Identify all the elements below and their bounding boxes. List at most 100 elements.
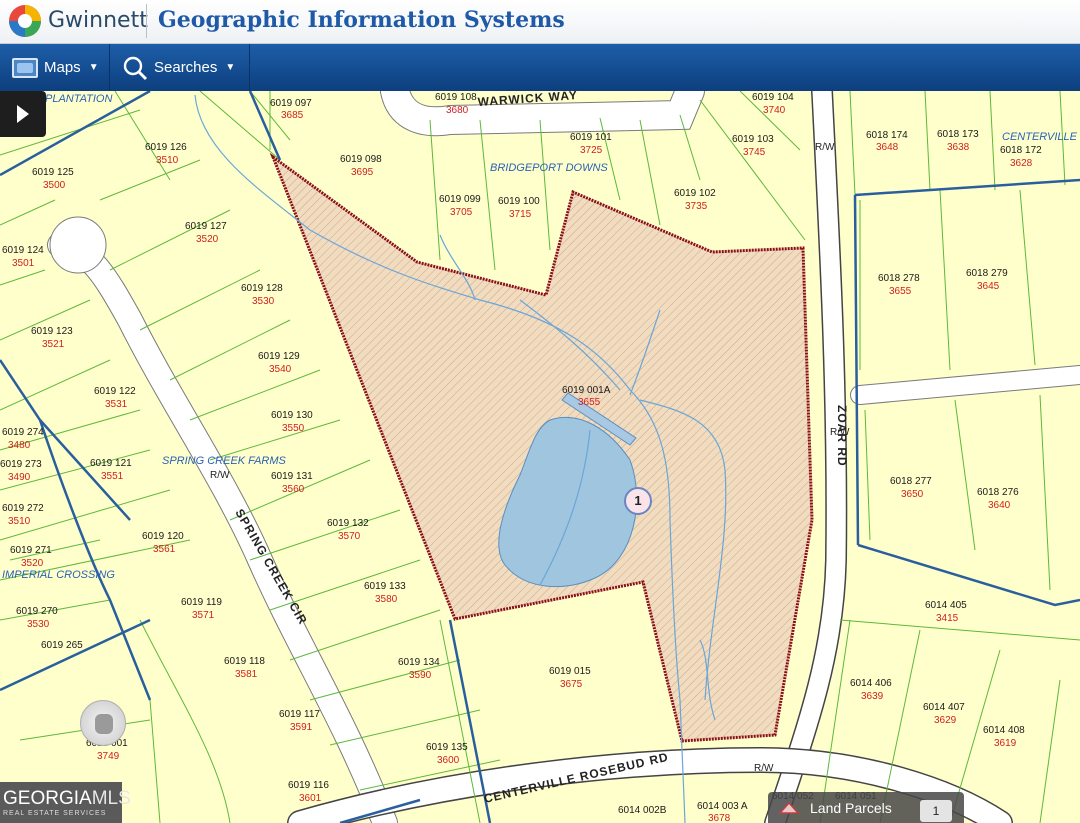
searches-label: Searches [154, 59, 218, 76]
subdivision-plantation: PLANTATION [45, 93, 112, 105]
map-svg: R/W R/W R/W R/W WARWICK WAY SPRING CREEK… [0, 91, 1080, 823]
parcel-address: 3501 [12, 258, 35, 269]
parcel-address: 3639 [861, 691, 884, 702]
parcel-id: 6019 100 [498, 196, 540, 207]
parcel-address: 3530 [27, 619, 50, 630]
parcel-address: 3640 [988, 500, 1011, 511]
watermark-mls: MLS [91, 788, 131, 809]
parcel-id: 6019 131 [271, 471, 313, 482]
parcel-id: 6019 135 [426, 742, 468, 753]
parcel-address: 3628 [1010, 158, 1033, 169]
rw-label: R/W [210, 470, 230, 481]
parcel-address: 3680 [446, 105, 469, 116]
panel-toggle-button[interactable] [0, 91, 46, 137]
parcel-address: 3715 [509, 209, 532, 220]
rw-label: R/W [815, 142, 835, 153]
parcel-address: 3510 [156, 155, 179, 166]
parcel-marker[interactable]: 1 [624, 487, 652, 515]
parcel-id: 6019 108 [435, 92, 477, 103]
pan-control[interactable] [80, 700, 126, 746]
main-toolbar: Maps ▼ Searches ▼ [0, 44, 1080, 91]
searches-menu-button[interactable]: Searches ▼ [110, 44, 250, 91]
brand-name: Gwinnett [48, 8, 148, 33]
map-icon [12, 57, 38, 78]
parcel-id: 6019 015 [549, 666, 591, 677]
parcel-id: 6019 102 [674, 188, 716, 199]
parcel-id: 6014 002B [618, 805, 667, 816]
parcel-address: 3655 [889, 286, 912, 297]
parcel-id: 6019 117 [279, 709, 320, 720]
subdivision-imperial-crossing: IMPERIAL CROSSING [2, 569, 115, 581]
parcel-address: 3520 [21, 558, 44, 569]
parcel-id: 6019 119 [181, 597, 222, 608]
parcel-address: 3570 [338, 531, 361, 542]
parcel-address: 3490 [8, 472, 31, 483]
parcel-address: 3521 [42, 339, 65, 350]
app-title: Geographic Information Systems [158, 7, 565, 33]
parcel-id: 6019 121 [90, 458, 132, 469]
parcel-id: 6014 407 [923, 702, 965, 713]
parcel-address: 3685 [281, 110, 304, 121]
rw-label: R/W [754, 763, 774, 774]
parcel-id: 6019 133 [364, 581, 406, 592]
app-header: Gwinnett Geographic Information Systems [0, 0, 1080, 44]
parcel-address: 3745 [743, 147, 766, 158]
search-icon [123, 56, 148, 80]
parcel-id: 6019 124 [2, 245, 44, 256]
parcel-id: 6018 277 [890, 476, 932, 487]
parcel-address: 3561 [153, 544, 176, 555]
parcel-address: 3629 [934, 715, 957, 726]
parcel-id: 6019 130 [271, 410, 313, 421]
parcel-address: 3645 [977, 281, 1000, 292]
parcel-id: 6018 278 [878, 273, 920, 284]
parcel-id: 6019 122 [94, 386, 136, 397]
land-parcels-legend[interactable]: Land Parcels 1 [768, 792, 964, 823]
parcel-id: 6019 101 [570, 132, 612, 143]
parcel-address: 3749 [97, 751, 120, 762]
parcel-address: 3740 [763, 105, 786, 116]
parcel-id: 6019 273 [0, 459, 42, 470]
subdivision-centerville: CENTERVILLE [1002, 131, 1078, 143]
parcel-id: 6019 134 [398, 657, 440, 668]
parcel-address: 3530 [252, 296, 275, 307]
legend-count: 1 [920, 800, 952, 822]
maps-menu-button[interactable]: Maps ▼ [0, 44, 110, 91]
parcel-id: 6019 270 [16, 606, 58, 617]
parcel-id: 6019 272 [2, 503, 44, 514]
parcel-address: 3648 [876, 142, 899, 153]
parcel-id: 6014 405 [925, 600, 967, 611]
parcel-id: 6014 003 A [697, 801, 748, 812]
parcel-address: 3520 [196, 234, 219, 245]
parcel-id: 6019 125 [32, 167, 74, 178]
parcel-id: 6019 120 [142, 531, 184, 542]
parcel-id: 6018 279 [966, 268, 1008, 279]
parcel-id: 6019 271 [10, 545, 52, 556]
watermark-georgia: GEORGIA [3, 788, 92, 809]
parcel-address: 3415 [936, 613, 959, 624]
parcel-address: 3571 [192, 610, 215, 621]
selected-parcel-id: 6019 001A [562, 385, 611, 396]
parcel-address: 3500 [43, 180, 66, 191]
parcel-address: 3510 [8, 516, 31, 527]
parcel-id: 6014 408 [983, 725, 1025, 736]
parcel-id: 6019 128 [241, 283, 283, 294]
parcel-address: 3581 [235, 669, 258, 680]
parcel-address: 3531 [105, 399, 128, 410]
parcel-id: 6018 174 [866, 130, 908, 141]
parcel-address: 3675 [560, 679, 583, 690]
expand-arrow-icon [17, 105, 29, 123]
map-canvas[interactable]: R/W R/W R/W R/W WARWICK WAY SPRING CREEK… [0, 91, 1080, 823]
header-divider [146, 4, 147, 38]
parcel-id: 6019 129 [258, 351, 300, 362]
georgia-mls-watermark: GEORGIAMLS REAL ESTATE SERVICES [0, 782, 131, 823]
parcel-id: 6019 123 [31, 326, 73, 337]
maps-label: Maps [44, 59, 81, 76]
gwinnett-logo-icon [9, 5, 41, 37]
parcel-address: 3560 [282, 484, 305, 495]
road-zoar-rd: ZOAR RD [835, 405, 849, 467]
parcel-address: 3638 [947, 142, 970, 153]
parcel-address: 3590 [409, 670, 432, 681]
legend-label: Land Parcels [810, 799, 892, 816]
parcel-id: 6019 116 [288, 780, 329, 791]
selected-parcel-address: 3655 [578, 397, 601, 408]
